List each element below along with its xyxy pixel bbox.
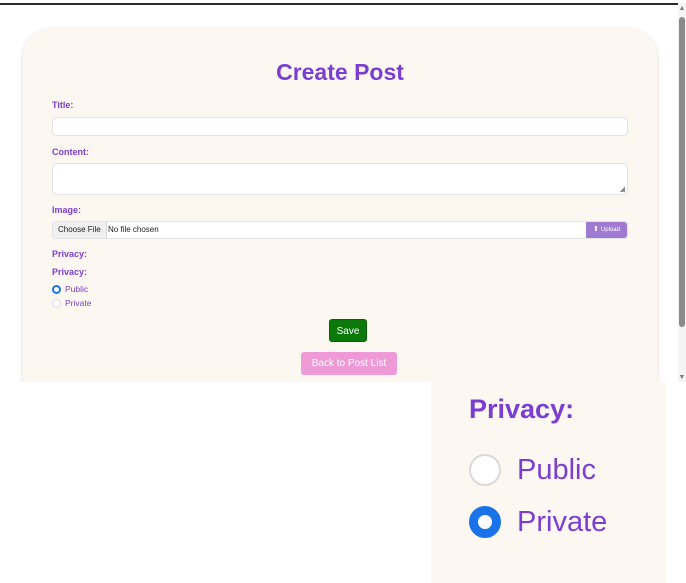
scroll-up-arrow-icon[interactable]: ▲ bbox=[678, 5, 686, 13]
zoom-radio-public[interactable] bbox=[469, 454, 501, 486]
upload-button[interactable]: ⬆ Upload bbox=[586, 222, 627, 238]
zoom-radio-private-label: Private bbox=[517, 506, 608, 538]
radio-public-label: Public bbox=[65, 284, 89, 294]
zoom-radio-public-label: Public bbox=[517, 454, 596, 486]
radio-public[interactable] bbox=[52, 285, 61, 294]
privacy-zoom-inset: Privacy: Public Private bbox=[431, 382, 666, 583]
content-textarea[interactable]: ◢ bbox=[52, 163, 628, 195]
file-input: Choose File No file chosen ⬆ Upload bbox=[52, 221, 628, 239]
window-top-border bbox=[0, 3, 678, 5]
privacy-label: Privacy: bbox=[52, 267, 88, 277]
resize-grip-icon[interactable]: ◢ bbox=[620, 186, 625, 193]
upload-icon: ⬆ bbox=[593, 226, 599, 233]
back-to-post-list-button[interactable]: Back to Post List bbox=[301, 352, 397, 375]
vertical-scrollbar[interactable]: ▲ ▼ bbox=[678, 3, 686, 382]
title-label: Title: bbox=[52, 100, 74, 110]
privacy-heading: Privacy: bbox=[52, 249, 88, 259]
page-title: Create Post bbox=[276, 59, 404, 85]
scroll-down-arrow-icon[interactable]: ▼ bbox=[678, 374, 686, 382]
save-button[interactable]: Save bbox=[329, 319, 367, 342]
radio-private-label: Private bbox=[65, 298, 92, 308]
title-input[interactable] bbox=[52, 117, 628, 136]
image-label: Image: bbox=[52, 205, 82, 215]
content-label: Content: bbox=[52, 147, 89, 157]
file-status-text: No file chosen bbox=[108, 225, 159, 234]
radio-private[interactable] bbox=[52, 299, 61, 308]
zoom-privacy-label: Privacy: bbox=[469, 394, 575, 424]
choose-file-button[interactable]: Choose File bbox=[53, 222, 107, 238]
upload-button-label: Upload bbox=[600, 227, 620, 233]
browser-viewport: Create Post Title: Content: ◢ Image: Cho… bbox=[0, 0, 686, 382]
zoom-radio-private[interactable] bbox=[469, 506, 501, 538]
scrollbar-thumb[interactable] bbox=[679, 17, 685, 327]
create-post-card: Create Post Title: Content: ◢ Image: Cho… bbox=[23, 29, 657, 382]
